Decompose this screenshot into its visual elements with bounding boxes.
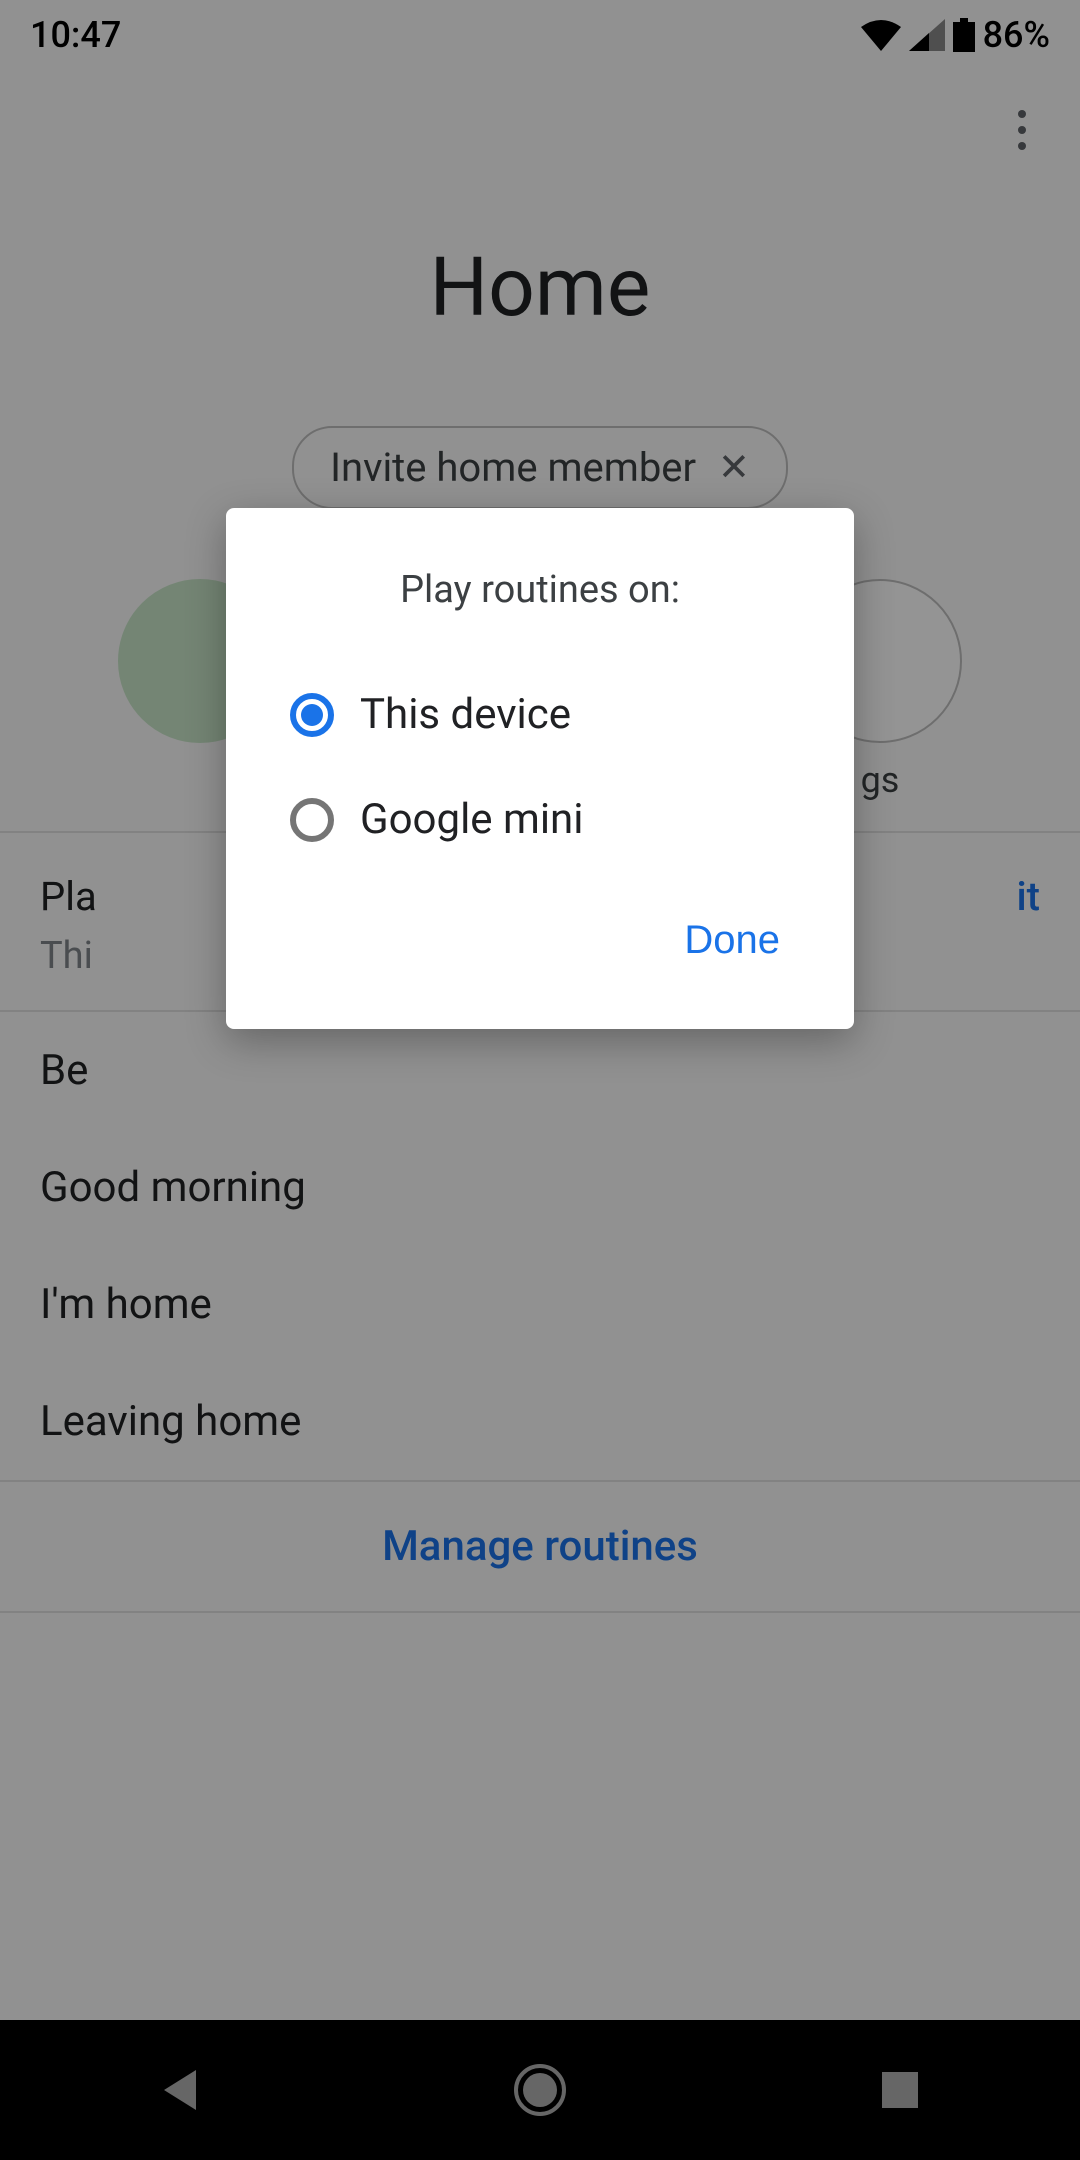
radio-label: Google mini — [360, 795, 583, 844]
play-routines-dialog: Play routines on: This device Google min… — [226, 508, 854, 1029]
radio-selected-icon — [290, 693, 334, 737]
radio-option-this-device[interactable]: This device — [226, 662, 854, 767]
radio-unselected-icon — [290, 798, 334, 842]
dialog-title: Play routines on: — [226, 568, 854, 612]
radio-option-google-mini[interactable]: Google mini — [226, 767, 854, 872]
done-button[interactable]: Done — [660, 902, 804, 979]
radio-label: This device — [360, 690, 571, 739]
modal-overlay[interactable]: Play routines on: This device Google min… — [0, 0, 1080, 2160]
